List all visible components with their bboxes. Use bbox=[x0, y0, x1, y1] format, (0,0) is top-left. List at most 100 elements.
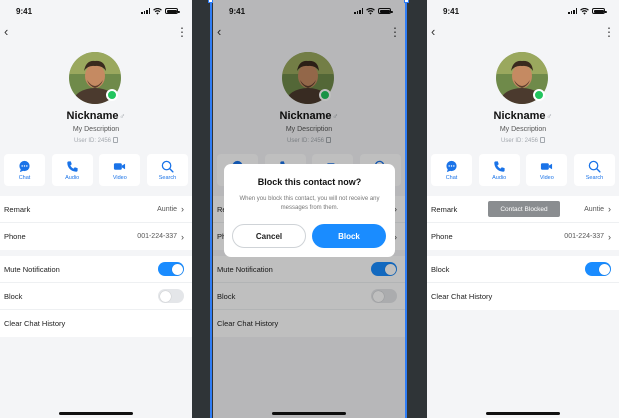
copy-icon[interactable] bbox=[540, 137, 546, 143]
block-row: Block bbox=[0, 283, 192, 310]
block-confirm-screen: 9:41 ‹ ⋮ Nickname♂ My Description User I… bbox=[213, 0, 405, 418]
status-time: 9:41 bbox=[16, 6, 33, 16]
status-bar: 9:41 bbox=[427, 0, 619, 22]
chevron-right-icon: › bbox=[608, 231, 611, 242]
copy-icon[interactable] bbox=[113, 137, 119, 143]
settings-list: Mute Notification Block Clear Chat Histo… bbox=[0, 256, 192, 337]
nav-bar: ‹ ⋮ bbox=[0, 24, 192, 40]
contact-blocked-toast: Contact Blocked bbox=[488, 201, 560, 217]
action-label: Chat bbox=[445, 174, 458, 181]
dialog-title: Block this contact now? bbox=[257, 177, 362, 187]
contact-profile-screen: 9:41 ‹ ⋮ Nickname♂ My Description User I… bbox=[0, 0, 192, 418]
remark-value: Auntie bbox=[157, 205, 177, 213]
remark-label: Remark bbox=[4, 204, 31, 214]
back-chevron-icon[interactable]: ‹ bbox=[431, 25, 443, 39]
action-bar: Chat Audio Video Search bbox=[4, 154, 188, 186]
nickname-row: Nickname♂ bbox=[427, 110, 619, 122]
more-vertical-icon[interactable]: ⋮ bbox=[603, 25, 615, 39]
more-vertical-icon[interactable]: ⋮ bbox=[176, 25, 188, 39]
wifi-icon bbox=[153, 7, 162, 15]
block-confirm-dialog: Block this contact now? When you block t… bbox=[224, 164, 395, 257]
audio-call-button[interactable]: Audio bbox=[478, 154, 520, 186]
status-bar: 9:41 bbox=[0, 0, 192, 22]
remark-row[interactable]: Remark Auntie › bbox=[0, 196, 192, 223]
search-button[interactable]: Search bbox=[573, 154, 615, 186]
audio-call-button[interactable]: Audio bbox=[51, 154, 93, 186]
clear-chat-history-label: Clear Chat History bbox=[4, 319, 66, 328]
battery-icon bbox=[592, 8, 607, 14]
chevron-right-icon: › bbox=[608, 204, 611, 214]
video-camera-icon bbox=[114, 162, 126, 170]
online-status-dot bbox=[533, 89, 545, 101]
block-confirm-button[interactable]: Block bbox=[312, 224, 386, 248]
chat-button[interactable]: Chat bbox=[431, 154, 472, 186]
phone-icon bbox=[493, 160, 505, 172]
clear-chat-history-row[interactable]: Clear Chat History bbox=[0, 310, 192, 337]
video-camera-icon bbox=[541, 162, 553, 170]
back-chevron-icon[interactable]: ‹ bbox=[4, 25, 16, 39]
block-toggle[interactable] bbox=[158, 289, 184, 303]
status-icons bbox=[568, 7, 607, 15]
search-icon bbox=[161, 160, 174, 173]
profile-description: My Description bbox=[72, 126, 120, 133]
mute-notification-toggle[interactable] bbox=[158, 262, 184, 276]
nav-bar: ‹ ⋮ bbox=[427, 24, 619, 40]
gender-icon: ♂ bbox=[546, 112, 553, 121]
phone-icon bbox=[66, 160, 78, 172]
wifi-icon bbox=[580, 7, 589, 15]
cancel-button[interactable]: Cancel bbox=[232, 224, 306, 248]
chat-bubble-icon bbox=[446, 160, 457, 172]
profile-header: Nickname♂ My Description User ID: 2456 bbox=[0, 52, 192, 152]
contact-blocked-screen: 9:41 ‹ ⋮ Nickname♂ My Description User I… bbox=[427, 0, 619, 418]
mute-notification-label: Mute Notification bbox=[4, 264, 60, 274]
video-call-button[interactable]: Video bbox=[526, 154, 568, 186]
canvas-gap bbox=[192, 0, 213, 418]
user-id-row: User ID: 2456 bbox=[427, 137, 619, 144]
signal-icon bbox=[568, 8, 577, 14]
action-bar: Chat Audio Video Search bbox=[431, 154, 615, 186]
remark-value: Auntie bbox=[584, 205, 604, 213]
chat-bubble-icon bbox=[19, 160, 30, 172]
action-label: Audio bbox=[492, 174, 507, 181]
block-toggle[interactable] bbox=[585, 262, 611, 276]
contact-info-list: Remark Auntie › Phone 001-224-337 › bbox=[0, 196, 192, 250]
chevron-right-icon: › bbox=[181, 204, 184, 214]
block-row: Block bbox=[427, 256, 619, 283]
user-id: User ID: 2456 bbox=[73, 138, 112, 144]
clear-chat-history-label: Clear Chat History bbox=[431, 292, 493, 301]
profile-header: Nickname♂ My Description User ID: 2456 bbox=[427, 52, 619, 152]
user-id-row: User ID: 2456 bbox=[0, 137, 192, 144]
chevron-right-icon: › bbox=[181, 231, 184, 242]
profile-description: My Description bbox=[499, 126, 547, 133]
phone-row[interactable]: Phone 001-224-337 › bbox=[0, 223, 192, 250]
clear-chat-history-row[interactable]: Clear Chat History bbox=[427, 283, 619, 310]
action-label: Search bbox=[158, 174, 177, 181]
action-label: Search bbox=[585, 174, 604, 181]
user-id: User ID: 2456 bbox=[500, 138, 539, 144]
phone-label: Phone bbox=[4, 232, 26, 241]
nickname: Nickname bbox=[493, 110, 546, 122]
status-icons bbox=[141, 7, 180, 15]
home-indicator bbox=[59, 412, 133, 415]
video-call-button[interactable]: Video bbox=[99, 154, 141, 186]
canvas-gap bbox=[405, 0, 427, 418]
battery-icon bbox=[165, 8, 180, 14]
action-label: Video bbox=[539, 174, 554, 181]
mute-notification-row: Mute Notification bbox=[0, 256, 192, 283]
action-label: Audio bbox=[65, 174, 80, 181]
phone-row[interactable]: Phone 001-224-337 › bbox=[427, 223, 619, 250]
chat-button[interactable]: Chat bbox=[4, 154, 45, 186]
search-icon bbox=[588, 160, 601, 173]
settings-list: Block Clear Chat History bbox=[427, 256, 619, 310]
signal-icon bbox=[141, 8, 150, 14]
action-label: Chat bbox=[18, 174, 31, 181]
block-label: Block bbox=[431, 264, 450, 274]
action-label: Video bbox=[112, 174, 127, 181]
home-indicator bbox=[486, 412, 560, 415]
dialog-message: When you block this contact, you will no… bbox=[239, 196, 380, 211]
status-time: 9:41 bbox=[443, 6, 460, 16]
phone-label: Phone bbox=[431, 232, 453, 241]
phone-value: 001-224-337 bbox=[564, 233, 604, 240]
online-status-dot bbox=[106, 89, 118, 101]
search-button[interactable]: Search bbox=[146, 154, 188, 186]
